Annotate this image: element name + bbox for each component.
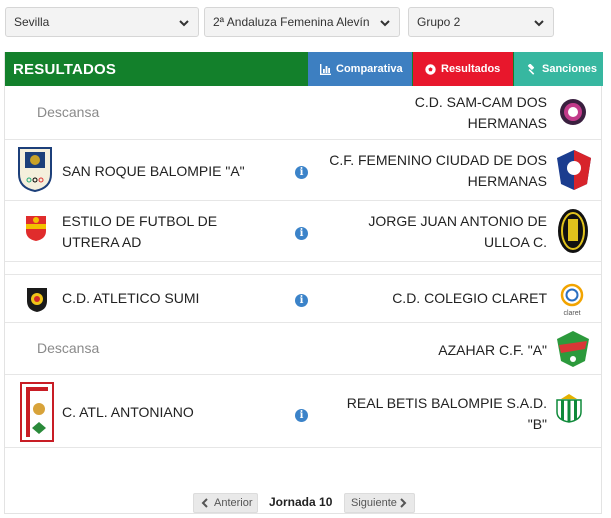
province-select-value: Sevilla <box>14 15 50 29</box>
jorge-juan-ulloa-crest-icon <box>558 209 588 253</box>
chevron-left-icon <box>201 498 208 508</box>
azahar-crest-icon <box>557 331 589 367</box>
gavel-icon <box>527 64 535 75</box>
previous-button[interactable]: Anterior <box>193 493 258 513</box>
home-team-name[interactable]: C.D. ATLETICO SUMI <box>62 288 199 309</box>
sam-cam-crest-icon <box>560 99 586 125</box>
competition-select-value: 2ª Andaluza Femenina Alevín <box>213 15 370 29</box>
tab-comparativa-label: Comparativa <box>336 63 403 75</box>
chevron-down-icon <box>179 20 189 27</box>
tab-comparativa[interactable]: Comparativa <box>308 52 412 86</box>
previous-button-label: Anterior <box>214 497 253 509</box>
panel-header: RESULTADOS Comparativa Resultados Sancio… <box>5 52 603 86</box>
rest-label: Descansa <box>37 340 100 356</box>
filter-bar: Sevilla 2ª Andaluza Femenina Alevín Grup… <box>5 7 605 37</box>
next-button-label: Siguiente <box>351 497 397 509</box>
province-select[interactable]: Sevilla <box>5 7 199 37</box>
round-label: Jornada 10 <box>269 495 333 509</box>
group-select[interactable]: Grupo 2 <box>408 7 554 37</box>
match-row: ESTILO DE FUTBOL DE UTRERA AD i JORGE JU… <box>5 202 601 262</box>
estilo-futbol-utrera-crest-icon <box>26 216 46 241</box>
atletico-sumi-crest-icon <box>27 288 47 312</box>
soccer-ball-icon <box>425 64 436 75</box>
match-row: C. ATL. ANTONIANO i REAL BETIS BALOMPIE … <box>5 376 601 448</box>
group-select-value: Grupo 2 <box>417 15 461 29</box>
tab-sanciones-label: Sanciones <box>542 63 598 75</box>
away-team-name[interactable]: C.D. SAM-CAM DOS HERMANAS <box>347 92 547 134</box>
svg-text:claret: claret <box>563 310 580 317</box>
tab-resultados-label: Resultados <box>441 63 501 75</box>
rest-label: Descansa <box>37 104 100 120</box>
info-icon[interactable]: i <box>295 227 308 240</box>
cf-femenino-dos-hermanas-crest-icon <box>557 150 591 190</box>
match-row: Descansa C.D. SAM-CAM DOS HERMANAS <box>5 87 601 140</box>
row-separator <box>5 263 601 275</box>
match-row: Descansa AZAHAR C.F. "A" <box>5 324 601 375</box>
match-row: C.D. ATLETICO SUMI i C.D. COLEGIO CLARET… <box>5 276 601 323</box>
bar-chart-icon <box>320 64 331 75</box>
tab-sanciones[interactable]: Sanciones <box>514 52 603 86</box>
chevron-right-icon <box>400 498 407 508</box>
competition-select[interactable]: 2ª Andaluza Femenina Alevín <box>204 7 400 37</box>
info-icon[interactable]: i <box>295 409 308 422</box>
colegio-claret-crest-icon: claret <box>560 283 584 317</box>
away-team-name[interactable]: REAL BETIS BALOMPIE S.A.D. "B" <box>327 393 547 435</box>
chevron-down-icon <box>534 20 544 27</box>
info-icon[interactable]: i <box>295 166 308 179</box>
panel-title: RESULTADOS <box>13 61 117 78</box>
tab-resultados[interactable]: Resultados <box>413 52 513 86</box>
info-icon[interactable]: i <box>295 294 308 307</box>
home-team-name[interactable]: SAN ROQUE BALOMPIE "A" <box>62 161 245 182</box>
real-betis-crest-icon <box>556 394 582 423</box>
away-team-name[interactable]: JORGE JUAN ANTONIO DE ULLOA C. <box>347 211 547 253</box>
home-team-name[interactable]: C. ATL. ANTONIANO <box>62 402 194 423</box>
away-team-name[interactable]: AZAHAR C.F. "A" <box>347 340 547 361</box>
chevron-down-icon <box>380 20 390 27</box>
san-roque-crest-icon <box>18 147 52 192</box>
results-panel: RESULTADOS Comparativa Resultados Sancio… <box>4 52 603 514</box>
home-team-name[interactable]: ESTILO DE FUTBOL DE UTRERA AD <box>62 211 252 253</box>
match-row: SAN ROQUE BALOMPIE "A" i C.F. FEMENINO C… <box>5 141 601 201</box>
antoniano-crest-icon <box>20 382 54 442</box>
away-team-name[interactable]: C.D. COLEGIO CLARET <box>347 288 547 309</box>
next-button[interactable]: Siguiente <box>344 493 415 513</box>
pagination: Anterior Jornada 10 Siguiente <box>0 493 611 513</box>
away-team-name[interactable]: C.F. FEMENINO CIUDAD DE DOS HERMANAS <box>327 150 547 192</box>
